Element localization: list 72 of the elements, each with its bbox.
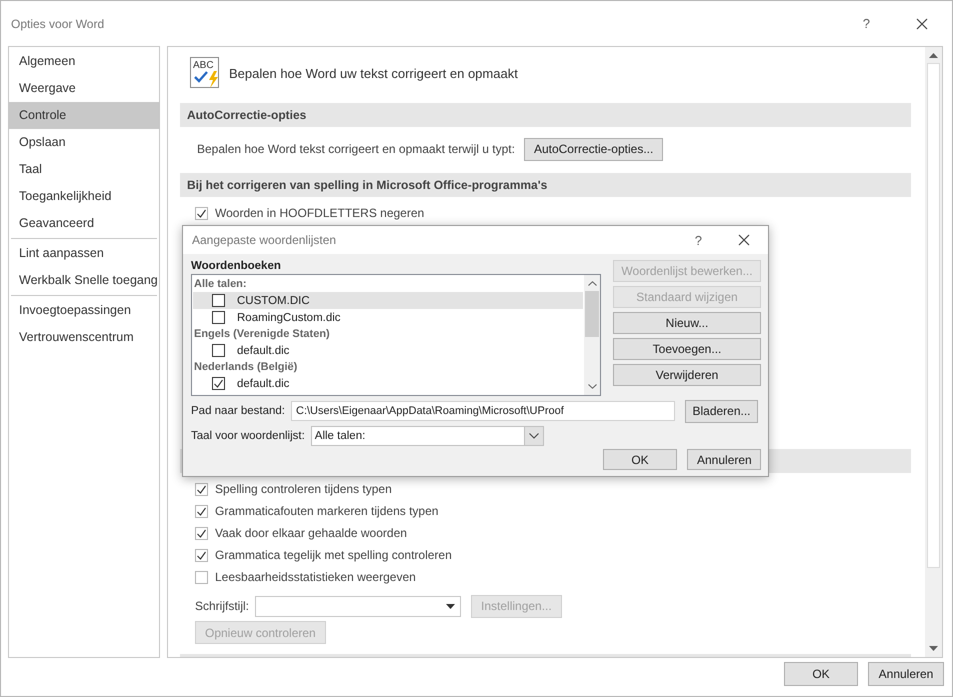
ok-button[interactable]: OK xyxy=(784,662,858,686)
language-label: Taal voor woordenlijst: xyxy=(191,430,305,442)
chevron-down-icon xyxy=(528,433,539,439)
checkbox[interactable] xyxy=(212,344,225,357)
writing-style-label: Schrijfstijl: xyxy=(195,599,250,613)
sidebar-item[interactable]: Invoegtoepassingen xyxy=(9,297,159,324)
dictionary-name: default.dic xyxy=(237,378,290,390)
sidebar-item[interactable]: Algemeen xyxy=(9,48,159,75)
scrollbar[interactable] xyxy=(925,47,942,657)
checkbox-label: Spelling controleren tijdens typen xyxy=(215,482,392,496)
checkbox[interactable] xyxy=(195,482,208,496)
checkbox-label: Grammaticafouten markeren tijdens typen xyxy=(215,504,438,518)
help-button[interactable]: ? xyxy=(690,232,706,248)
sidebar-item[interactable]: Opslaan xyxy=(9,129,159,156)
checkbox-label: Woorden in HOOFDLETTERS negeren xyxy=(215,206,424,220)
scroll-down-icon[interactable] xyxy=(588,384,596,389)
sidebar-item[interactable]: Vertrouwenscentrum xyxy=(9,324,159,351)
dictionary-action-button[interactable]: Verwijderen xyxy=(613,364,761,386)
browse-button[interactable]: Bladeren... xyxy=(685,400,758,422)
dictionary-action-button[interactable]: Nieuw... xyxy=(613,312,761,334)
checkbox-label: Grammatica tegelijk met spelling controleren xyxy=(215,548,452,562)
path-field[interactable]: C:\Users\Eigenaar\AppData\Roaming\Microsoft\UProof xyxy=(291,401,675,421)
dictionary-item[interactable]: RoamingCustom.dic xyxy=(193,309,583,326)
sidebar-item[interactable]: Taal xyxy=(9,156,159,183)
sidebar-item[interactable]: Werkbalk Snelle toegang xyxy=(9,267,159,294)
section-header: Bij het corrigeren van spelling in Microsoft Office-programma's xyxy=(180,173,911,197)
checkbox[interactable] xyxy=(195,526,208,540)
scroll-up-icon[interactable] xyxy=(929,53,938,58)
sidebar-item[interactable]: Lint aanpassen xyxy=(9,240,159,267)
scroll-down-icon[interactable] xyxy=(929,646,938,651)
dictionary-item[interactable]: default.dic xyxy=(193,375,583,392)
autocorrect-options-button[interactable]: AutoCorrectie-opties... xyxy=(524,138,664,160)
checkbox[interactable] xyxy=(195,548,208,562)
dictionary-action-button[interactable]: Toevoegen... xyxy=(613,338,761,360)
language-group-label: Alle talen: xyxy=(193,277,248,292)
path-label: Pad naar bestand: xyxy=(191,405,285,417)
help-button[interactable]: ? xyxy=(858,16,874,31)
close-icon[interactable] xyxy=(738,234,750,246)
ok-button[interactable]: OK xyxy=(603,449,677,470)
dictionary-item[interactable]: default.dic xyxy=(193,342,583,359)
option-label: Bepalen hoe Word tekst corrigeert en opmaakt terwijl u typt: xyxy=(197,142,515,156)
checkbox-label: Leesbaarheidsstatistieken weergeven xyxy=(215,570,416,584)
language-group-label: Nederlands (België) xyxy=(193,360,298,375)
list-label: Woordenboeken xyxy=(191,259,282,274)
dialog-title: Aangepaste woordenlijsten xyxy=(192,233,338,247)
sidebar-item[interactable]: Toegankelijkheid xyxy=(9,183,159,210)
cancel-button[interactable]: Annuleren xyxy=(687,449,761,470)
dictionary-name: default.dic xyxy=(237,344,290,356)
scrollbar[interactable] xyxy=(584,275,600,395)
page-heading: Bepalen hoe Word uw tekst corrigeert en opmaakt xyxy=(229,66,518,80)
section-header: AutoCorrectie-opties xyxy=(180,103,911,127)
checkbox[interactable] xyxy=(212,311,225,324)
sidebar-item[interactable]: Weergave xyxy=(9,75,159,102)
dictionary-item[interactable]: CUSTOM.DIC xyxy=(193,292,583,309)
sidebar-item[interactable]: Geavanceerd xyxy=(9,210,159,237)
window-title: Opties voor Word xyxy=(11,16,106,30)
dictionary-name: RoamingCustom.dic xyxy=(237,312,341,324)
scroll-up-icon[interactable] xyxy=(588,281,596,286)
language-dropdown[interactable]: Alle talen: xyxy=(310,426,544,446)
checkbox[interactable] xyxy=(195,570,208,584)
checkbox[interactable] xyxy=(212,377,225,390)
checkbox-label: Vaak door elkaar gehaalde woorden xyxy=(215,526,407,540)
close-icon[interactable] xyxy=(916,18,928,30)
language-group-label: Engels (Verenigde Staten) xyxy=(193,327,331,342)
checkbox[interactable] xyxy=(212,294,225,307)
sidebar-item[interactable]: Controle xyxy=(9,102,159,129)
spelling-check-icon: ABC xyxy=(190,57,222,89)
dictionary-name: CUSTOM.DIC xyxy=(237,294,310,306)
checkbox[interactable] xyxy=(195,206,208,220)
checkbox[interactable] xyxy=(195,504,208,518)
dropdown-arrow-icon xyxy=(446,604,456,608)
cancel-button[interactable]: Annuleren xyxy=(868,662,944,686)
